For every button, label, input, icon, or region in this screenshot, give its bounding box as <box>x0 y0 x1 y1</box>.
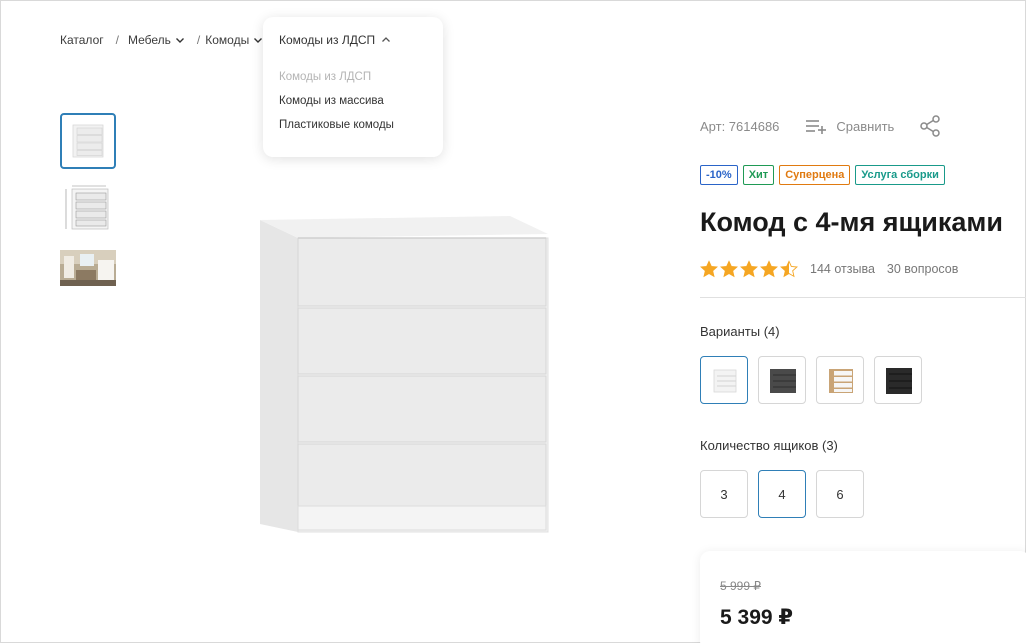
compare-list-icon <box>806 120 827 134</box>
breadcrumb: Каталог / Мебель / Комоды <box>60 33 263 47</box>
chevron-down-icon <box>175 38 184 43</box>
star-full-icon <box>700 260 718 278</box>
article-number: Арт: 7614686 <box>700 118 780 134</box>
product-meta-row: Арт: 7614686 Сравнить <box>700 115 942 137</box>
dropdown-list: Комоды из ЛДСП Комоды из массива Пластик… <box>279 69 427 141</box>
dropdown-current-label: Комоды из ЛДСП <box>279 33 376 47</box>
star-half-icon <box>780 260 798 278</box>
share-icon[interactable] <box>920 115 942 137</box>
old-price: 5 999 ₽ <box>720 579 761 593</box>
chevron-up-icon <box>382 37 391 42</box>
current-price: 5 399 ₽ <box>720 606 793 629</box>
variant-oak-white[interactable] <box>816 356 864 404</box>
discount-badge: -10% <box>700 165 738 185</box>
dropdown-item-solid-wood[interactable]: Комоды из массива <box>279 93 427 117</box>
breadcrumb-catalog[interactable]: Каталог <box>60 33 104 47</box>
drawers-count-label: Количество ящиков (3) <box>700 438 838 453</box>
breadcrumb-separator: / <box>196 33 201 47</box>
breadcrumb-label: Мебель <box>127 33 171 47</box>
divider <box>700 297 1026 298</box>
breadcrumb-separator: / <box>115 33 119 47</box>
variant-dark-grey[interactable] <box>758 356 806 404</box>
gallery-thumbnail-front[interactable] <box>60 113 116 169</box>
interior-photo-image <box>60 250 116 286</box>
dropdown-toggle[interactable]: Комоды из ЛДСП <box>279 33 427 47</box>
assembly-service-badge: Услуга сборки <box>855 165 945 185</box>
compare-button[interactable]: Сравнить <box>805 117 894 135</box>
questions-link[interactable]: 30 вопросов <box>887 262 958 276</box>
breadcrumb-label: Каталог <box>60 33 104 47</box>
variant-dark-grey-image <box>770 369 796 393</box>
chevron-down-icon <box>254 38 263 43</box>
chest-thumbnail-image <box>72 124 104 158</box>
product-main-image[interactable] <box>258 212 550 534</box>
superprice-badge: Суперцена <box>779 165 851 185</box>
category-dropdown: Комоды из ЛДСП Комоды из ЛДСП Комоды из … <box>263 17 443 157</box>
breadcrumb-dressers[interactable]: Комоды <box>205 33 263 47</box>
variant-selector <box>700 356 922 404</box>
variant-black[interactable] <box>874 356 922 404</box>
breadcrumb-label: Комоды <box>205 33 250 47</box>
variant-white[interactable] <box>700 356 748 404</box>
rating-row: 144 отзыва 30 вопросов <box>700 260 958 278</box>
star-full-icon <box>760 260 778 278</box>
dropdown-item-plastic[interactable]: Пластиковые комоды <box>279 117 427 141</box>
gallery-thumbnail-interior[interactable] <box>60 250 116 286</box>
gallery-thumbnail-dimensions[interactable] <box>60 180 116 236</box>
dropdown-item-ldsp: Комоды из ЛДСП <box>279 71 372 83</box>
star-full-icon <box>740 260 758 278</box>
breadcrumb-furniture[interactable]: Мебель <box>128 33 185 47</box>
hit-badge: Хит <box>742 165 775 185</box>
dimensions-drawing-image <box>65 185 109 230</box>
compare-label: Сравнить <box>836 118 895 134</box>
variants-label: Варианты (4) <box>700 324 780 339</box>
rating-stars <box>700 260 798 278</box>
product-badges: -10% Хит Суперцена Услуга сборки <box>700 165 945 185</box>
star-full-icon <box>720 260 738 278</box>
variant-black-image <box>886 368 912 394</box>
variant-oak-white-image <box>829 369 853 393</box>
drawers-count-selector: 3 4 6 <box>700 470 864 518</box>
product-title: Комод с 4-мя ящиками <box>700 207 1003 237</box>
variant-white-image <box>713 369 737 393</box>
price-card: 5 999 ₽ 5 399 ₽ <box>700 551 1026 643</box>
drawers-option-6[interactable]: 6 <box>816 470 864 518</box>
reviews-link[interactable]: 144 отзыва <box>810 262 875 276</box>
drawers-option-3[interactable]: 3 <box>700 470 748 518</box>
drawers-option-4[interactable]: 4 <box>758 470 806 518</box>
